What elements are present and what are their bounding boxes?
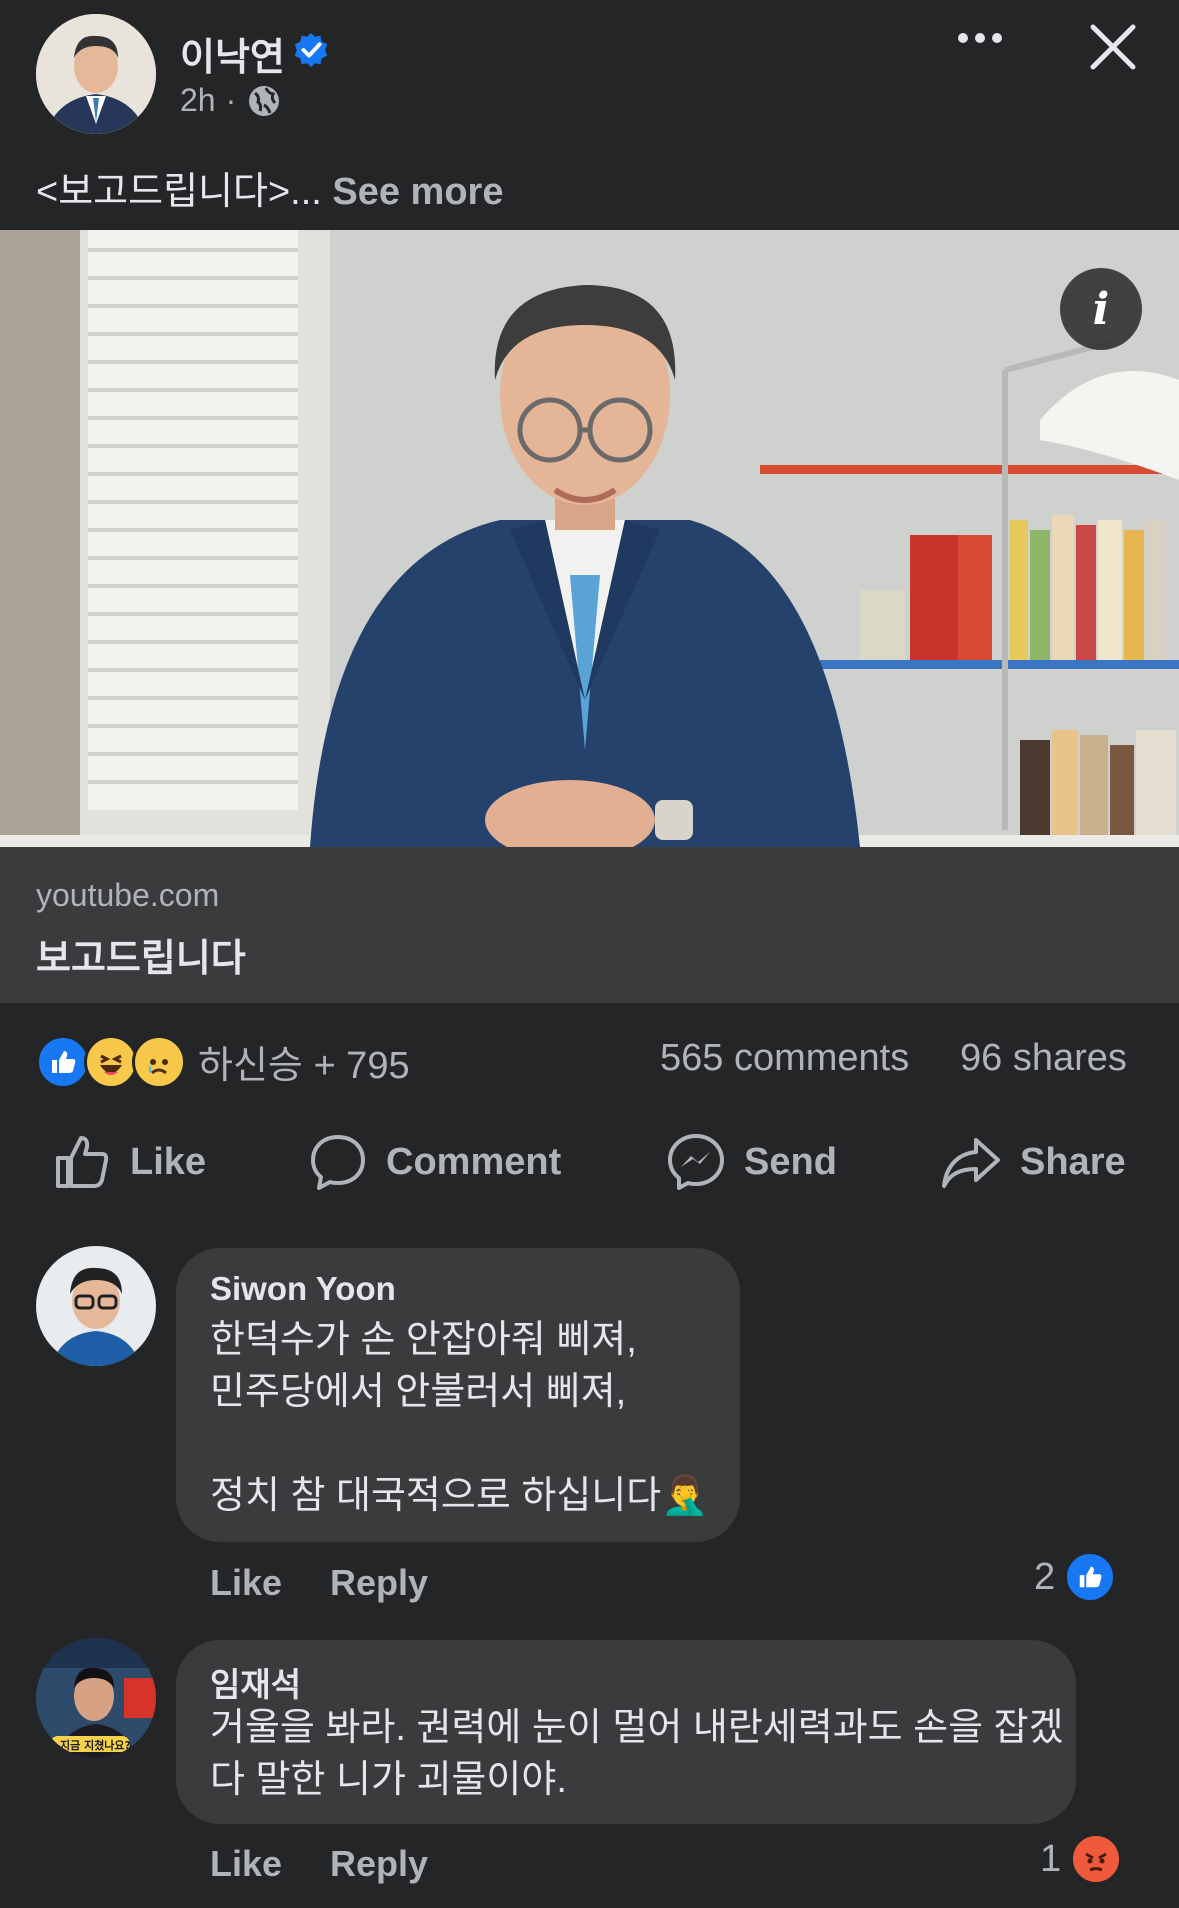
messenger-icon [668, 1134, 724, 1190]
send-label: Send [744, 1140, 837, 1183]
comment-reply-button[interactable]: Reply [330, 1843, 428, 1885]
comment-reaction-count[interactable]: 1 [1040, 1834, 1122, 1884]
speech-bubble-icon [311, 1135, 365, 1190]
like-reaction-icon [1065, 1552, 1116, 1602]
meta-separator: · [225, 82, 237, 118]
author-name[interactable]: 이낙연 [180, 26, 285, 81]
link-preview-footer[interactable]: youtube.com 보고드립니다 [0, 847, 1179, 1003]
commenter-name[interactable]: 임재석 [210, 1658, 301, 1706]
haha-reaction-icon [84, 1034, 138, 1089]
comments-count[interactable]: 565 comments [660, 1037, 909, 1080]
more-options-button[interactable] [955, 18, 1005, 68]
post-body: <보고드립니다>... [36, 171, 322, 213]
comment-reply-button[interactable]: Reply [330, 1562, 428, 1604]
see-more-link[interactable]: See more [332, 171, 503, 213]
comment-like-button[interactable]: Like [210, 1562, 282, 1604]
sad-reaction-icon [132, 1034, 186, 1089]
thumbs-up-icon [56, 1136, 109, 1188]
comment-text: 한덕수가 손 안잡아줘 삐져, 민주당에서 안불러서 삐져, 정치 참 대국적으… [210, 1319, 709, 1517]
like-reaction-icon [36, 1034, 90, 1089]
like-label: Like [130, 1140, 207, 1183]
info-button[interactable]: i [1060, 268, 1142, 350]
post-time: 2h [180, 82, 216, 118]
close-icon [1090, 24, 1136, 70]
commenter-avatar[interactable]: 지금 지쳤나요? [36, 1638, 156, 1758]
comment-button[interactable]: Comment [308, 1132, 561, 1192]
post-text: <보고드립니다>... See more [36, 160, 503, 215]
comment-reaction-number: 1 [1040, 1837, 1062, 1880]
comment-like-button[interactable]: Like [210, 1843, 282, 1885]
comment-reaction-number: 2 [1034, 1555, 1056, 1598]
comment-reaction-count[interactable]: 2 [1034, 1552, 1116, 1602]
like-button[interactable]: Like [52, 1132, 206, 1192]
share-button[interactable]: Share [940, 1132, 1126, 1192]
video-thumbnail [0, 230, 1179, 847]
link-domain: youtube.com [36, 877, 220, 913]
share-label: Share [1020, 1140, 1126, 1183]
more-horizontal-icon [958, 33, 1002, 43]
reaction-summary[interactable]: 하신승 + 795 [36, 1034, 410, 1089]
close-button[interactable] [1088, 22, 1138, 77]
angry-reaction-icon [1071, 1834, 1122, 1884]
post-meta: 2h · [180, 82, 282, 119]
author-avatar[interactable] [36, 14, 156, 134]
globe-icon [249, 85, 280, 116]
reaction-names: 하신승 + 795 [198, 1045, 410, 1087]
link-preview-image[interactable]: i [0, 230, 1179, 847]
window-blinds [88, 230, 298, 810]
comment-label: Comment [386, 1140, 562, 1183]
shares-count[interactable]: 96 shares [960, 1037, 1127, 1080]
commenter-name[interactable]: Siwon Yoon [210, 1270, 396, 1308]
comment-bubble[interactable]: 임재석 거울을 봐라. 권력에 눈이 멀어 내란세력과도 손을 잡겠 다 말한 … [176, 1640, 1076, 1824]
comment-text: 거울을 봐라. 권력에 눈이 멀어 내란세력과도 손을 잡겠 다 말한 니가 괴… [210, 1707, 1064, 1801]
avatar-caption: 지금 지쳤나요? [60, 1739, 131, 1752]
share-arrow-icon [942, 1138, 1000, 1188]
send-button[interactable]: Send [666, 1132, 837, 1192]
verified-badge-icon [294, 32, 328, 68]
commenter-avatar[interactable] [36, 1246, 156, 1366]
link-title: 보고드립니다 [36, 938, 246, 980]
comment-bubble[interactable]: Siwon Yoon 한덕수가 손 안잡아줘 삐져, 민주당에서 안불러서 삐져… [176, 1248, 740, 1542]
